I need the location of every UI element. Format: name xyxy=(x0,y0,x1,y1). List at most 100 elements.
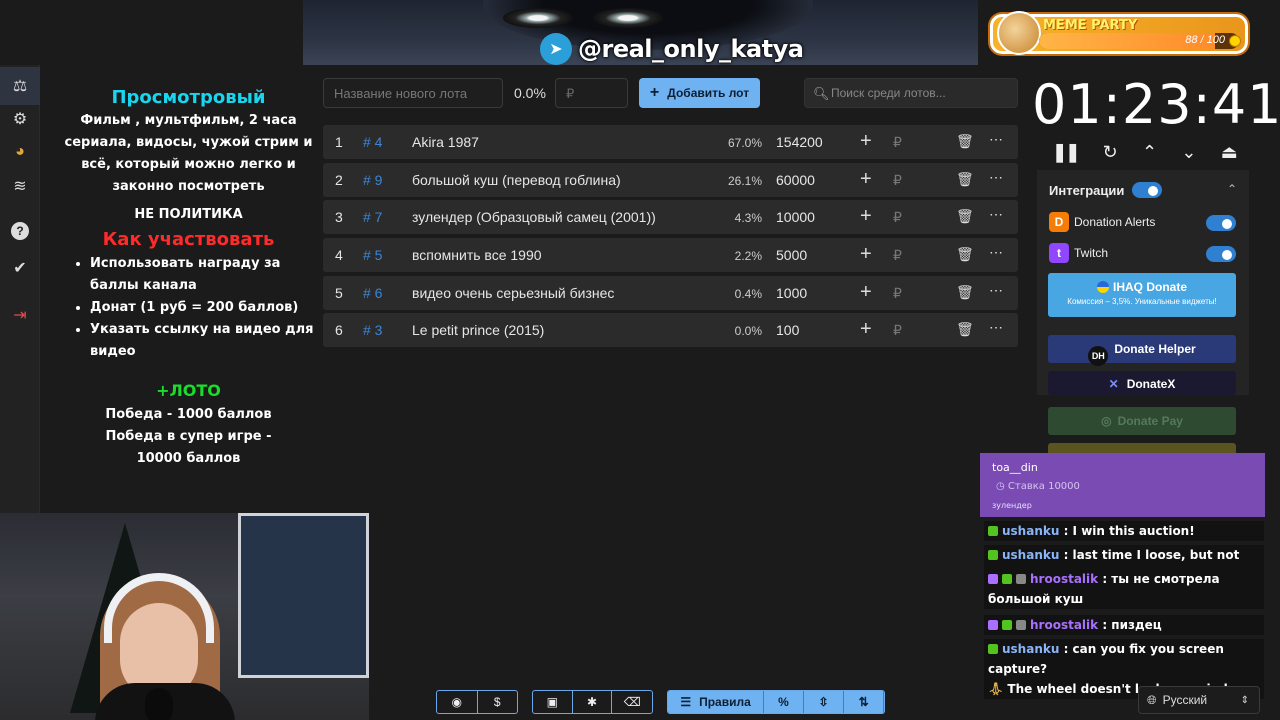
chat-user: hroostalik xyxy=(1030,618,1099,632)
sort-icon[interactable]: ⇅ xyxy=(844,691,884,713)
chevron-up-icon[interactable]: ⌃ xyxy=(1227,182,1237,196)
lot-row[interactable]: 6 # 3 Le petit prince (2015) 0.0% 100 + ₽ 🗑 ⋯ xyxy=(323,313,1018,348)
lot-name[interactable]: зулендер (Образцовый самец (2001)) xyxy=(412,209,656,225)
reset-icon[interactable]: ↻ xyxy=(1103,142,1118,163)
meme-party-progress-text: 88 / 100 xyxy=(1185,34,1225,46)
telegram-handle: ➤ @real_only_katya xyxy=(540,33,804,65)
lot-amount[interactable]: 1000 xyxy=(776,285,807,301)
trash-icon[interactable]: 🗑 xyxy=(956,246,974,263)
settings-glyph: ⚙ xyxy=(12,111,28,128)
chat-user: ushanku xyxy=(1002,524,1060,538)
chevron-up-icon[interactable]: ⌃ xyxy=(1142,142,1157,163)
more-icon[interactable]: ⋯ xyxy=(989,206,1004,223)
lot-name[interactable]: большой куш (перевод гоблина) xyxy=(412,172,621,188)
eject-icon[interactable]: ⏏ xyxy=(1221,142,1238,163)
more-icon[interactable]: ⋯ xyxy=(989,131,1004,148)
auction-icon[interactable]: ⚖ xyxy=(0,67,40,105)
lot-row[interactable]: 2 # 9 большой куш (перевод гоблина) 26.1% 60… xyxy=(323,162,1018,197)
lot-amount[interactable]: 5000 xyxy=(776,247,807,263)
github-icon[interactable]: ◉ xyxy=(437,691,478,713)
lot-row[interactable]: 4 # 5 вспомнить все 1990 2.2% 5000 + ₽ 🗑 ⋯ xyxy=(323,238,1018,273)
lot-index: 4 xyxy=(335,247,343,264)
chat-bet-highlight: toa__din ◷ Ставка 10000 зулендер xyxy=(980,453,1265,517)
ruble-icon: ₽ xyxy=(893,284,902,301)
clear-icon[interactable]: ⌫ xyxy=(612,691,652,713)
logout-icon[interactable]: ⇥ xyxy=(8,303,32,327)
ruble-icon: ₽ xyxy=(893,171,902,188)
add-amount-icon[interactable]: + xyxy=(860,168,872,191)
lot-amount[interactable]: 154200 xyxy=(776,134,823,150)
bug-icon[interactable]: ✱ xyxy=(573,691,613,713)
more-icon[interactable]: ⋯ xyxy=(989,282,1004,299)
trash-icon[interactable]: 🗑 xyxy=(956,284,974,301)
add-amount-icon[interactable]: + xyxy=(860,281,872,304)
rules-button[interactable]: ☰ Правила xyxy=(668,691,765,713)
trash-icon[interactable]: 🗑 xyxy=(956,208,974,225)
language-select[interactable]: 🌐︎ Русский ⇕ xyxy=(1138,686,1260,714)
lot-row[interactable]: 3 # 7 зулендер (Образцовый самец (2001)) 4.… xyxy=(323,200,1018,235)
bottom-links-group: ◉ $ xyxy=(436,690,518,714)
add-amount-icon[interactable]: + xyxy=(860,318,872,341)
help-icon[interactable]: ? xyxy=(11,222,29,240)
lot-name[interactable]: Le petit prince (2015) xyxy=(412,322,544,338)
mod-badge xyxy=(1016,620,1026,630)
wheel-icon[interactable]: ◕ xyxy=(8,140,32,164)
lot-amount[interactable]: 100 xyxy=(776,322,799,338)
lot-name[interactable]: Akira 1987 xyxy=(412,134,479,150)
lot-index: 3 xyxy=(335,209,343,226)
ihaq-donate-card[interactable]: IHAQ Donate Комиссия – 3,5%. Уникальные … xyxy=(1048,273,1236,317)
ruble-icon: ₽ xyxy=(893,247,902,264)
search-input[interactable] xyxy=(831,79,1015,107)
integrations-title: Интеграции xyxy=(1049,183,1125,198)
twitch-toggle[interactable] xyxy=(1206,246,1236,262)
new-lot-name-input[interactable] xyxy=(323,78,503,108)
trash-icon[interactable]: 🗑 xyxy=(956,321,974,338)
add-lot-button[interactable]: + Добавить лот xyxy=(639,78,760,108)
lot-row[interactable]: 1 # 4 Akira 1987 67.0% 154200 + ₽ 🗑 ⋯ xyxy=(323,125,1018,159)
shield-icon[interactable]: ✔ xyxy=(8,256,32,280)
donate-pay-icon: ◎ xyxy=(1101,414,1112,428)
donate-pay-card[interactable]: ◎ Donate Pay xyxy=(1048,407,1236,435)
compact-icon[interactable]: ⇳ xyxy=(803,691,845,713)
rules-loto: +ЛОТО xyxy=(156,381,221,400)
add-amount-icon[interactable]: + xyxy=(860,205,872,228)
lot-row[interactable]: 5 # 6 видео очень серьезный бизнес 0.4% 1000… xyxy=(323,275,1018,310)
chat-overlay: toa__din ◷ Ставка 10000 зулендер ushanku… xyxy=(980,453,1265,699)
chat-text: : I win this auction! xyxy=(1059,524,1195,538)
chat-user: ushanku xyxy=(1002,548,1060,562)
layers-icon[interactable]: ≋ xyxy=(8,174,32,198)
more-icon[interactable]: ⋯ xyxy=(989,244,1004,261)
lot-name[interactable]: видео очень серьезный бизнес xyxy=(412,285,614,301)
new-lot-amount-input[interactable] xyxy=(555,78,628,108)
lot-amount[interactable]: 10000 xyxy=(776,209,815,225)
settings-icon[interactable]: ⚙ xyxy=(8,107,32,131)
trash-icon[interactable]: 🗑 xyxy=(956,133,974,150)
lot-name[interactable]: вспомнить все 1990 xyxy=(412,247,542,263)
rules-step: Донат (1 руб = 200 баллов) xyxy=(90,297,321,319)
more-icon[interactable]: ⋯ xyxy=(989,169,1004,186)
chat-highlight-user: toa__din xyxy=(992,461,1038,474)
chevron-down-icon[interactable]: ⌄ xyxy=(1181,142,1196,163)
language-value: Русский xyxy=(1162,693,1208,707)
timer-controls: ❚❚ ↻ ⌃ ⌄ ⏏ xyxy=(1040,140,1250,164)
pause-icon[interactable]: ❚❚ xyxy=(1052,142,1080,163)
service-label: Donation Alerts xyxy=(1074,215,1156,229)
trash-icon[interactable]: 🗑 xyxy=(956,171,974,188)
ihaq-subtitle: Комиссия – 3,5%. Уникальные виджеты! xyxy=(1067,297,1217,306)
add-amount-icon[interactable]: + xyxy=(860,130,872,153)
donate-helper-card[interactable]: DH Donate Helper xyxy=(1048,335,1236,366)
save-icon[interactable]: ▣ xyxy=(533,691,573,713)
donation-alerts-toggle[interactable] xyxy=(1206,215,1236,231)
donation-alerts-icon: D xyxy=(1049,212,1069,232)
ruble-icon: ₽ xyxy=(893,322,902,339)
percent-button[interactable]: % xyxy=(764,691,804,713)
integrations-toggle[interactable] xyxy=(1132,182,1162,198)
donatex-card[interactable]: ✕ DonateX xyxy=(1048,371,1236,395)
donate-icon[interactable]: $ xyxy=(478,691,518,713)
add-amount-icon[interactable]: + xyxy=(860,243,872,266)
more-icon[interactable]: ⋯ xyxy=(989,319,1004,336)
lot-amount[interactable]: 60000 xyxy=(776,172,815,188)
webcam-mic xyxy=(145,688,173,720)
ihaq-title: IHAQ Donate xyxy=(1048,280,1236,294)
donate-helper-label: Donate Helper xyxy=(1114,342,1196,356)
